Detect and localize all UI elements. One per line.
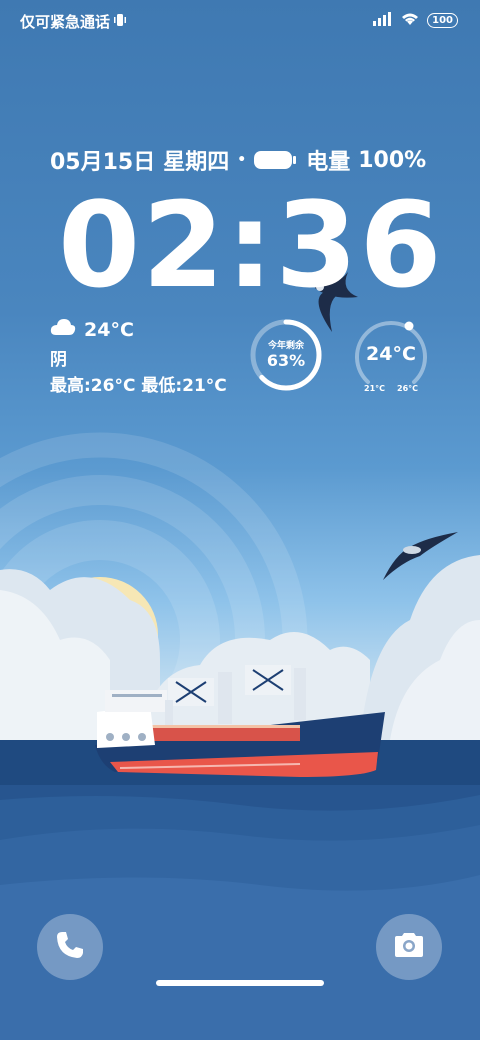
cloud-icon [50,318,76,341]
date-line: 05月15日 星期四 • 电量 100% [50,144,426,176]
battery-label: 电量 [306,150,351,175]
battery-level-badge: 100 [427,13,458,28]
year-progress-value: 63% [266,351,306,370]
weather-range: 最高:26°C 最低:21°C [50,376,227,396]
status-bar-right: 100 [373,11,458,30]
year-progress-label: 今年剩余 [267,341,304,351]
temperature-gauge-knob [404,321,414,331]
weather-block: 24°C 阴 最高:26°C 最低:21°C [50,318,227,397]
weekday-text: 星期四 [163,150,230,175]
status-bar: 仅可紧急通话 100 [0,0,480,42]
temperature-gauge-low: 21°C [364,384,386,393]
camera-icon [392,931,426,963]
phone-shortcut-button[interactable] [37,914,103,980]
separator-dot: • [237,152,247,168]
home-indicator[interactable] [156,980,324,986]
weather-temp-row: 24°C [50,318,227,341]
wifi-icon [401,11,419,30]
date-text: 05月15日 [50,150,156,175]
carrier-text: 仅可紧急通话 [20,13,111,31]
weather-temperature: 24°C [84,318,134,341]
lockscreen-clock: 02:36 [58,176,444,314]
camera-shortcut-button[interactable] [376,914,442,980]
year-progress-widget[interactable]: 今年剩余 63% [248,317,324,393]
status-bar-left: 仅可紧急通话 [20,11,127,32]
temperature-gauge-value: 24°C [366,343,416,365]
vibrate-icon [114,13,127,31]
battery-percent: 100% [358,147,427,173]
battery-icon [254,151,297,169]
signal-icon [373,11,393,30]
weather-condition: 阴 [50,350,67,370]
temperature-gauge-widget[interactable]: 24°C 21°C 26°C [352,318,428,394]
temperature-gauge-high: 26°C [397,384,419,393]
phone-icon [54,929,86,965]
